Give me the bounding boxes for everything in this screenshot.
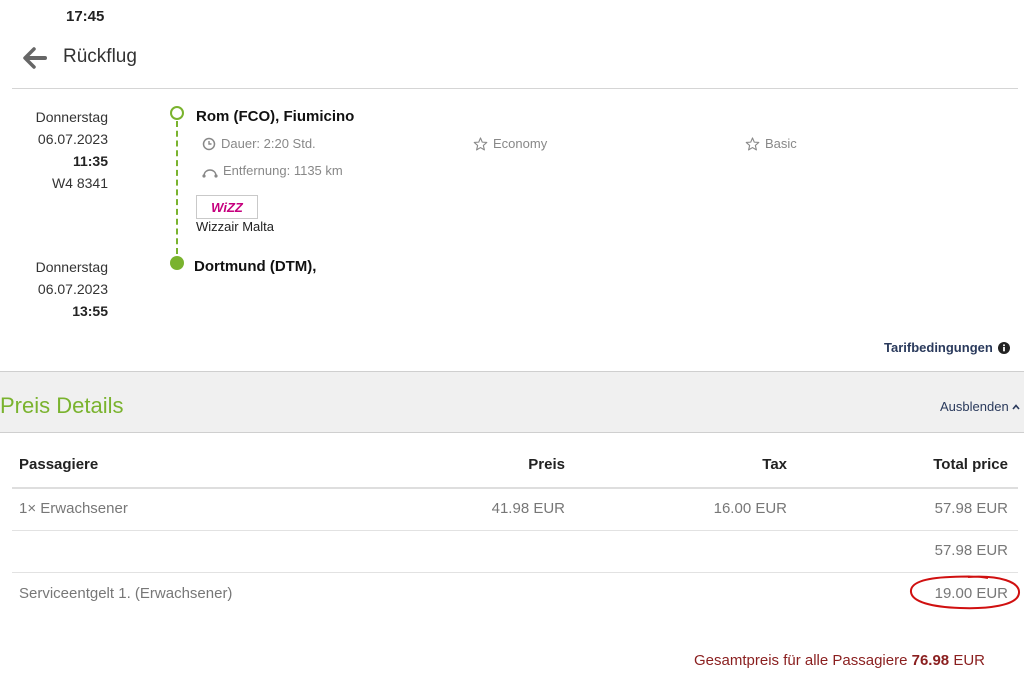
fare-conditions-link[interactable]: Tarifbedingungen [884, 340, 1010, 355]
clock-icon [202, 137, 216, 150]
arrival-info: Donnerstag 06.07.2023 13:55 [12, 256, 108, 322]
flight-number: W4 8341 [51, 175, 108, 191]
col-header-price: Preis [528, 456, 565, 473]
departure-airport: Rom (FCO), Fiumicino [196, 108, 355, 125]
chevron-up-icon [1012, 403, 1020, 410]
cabin-class-text: Economy [493, 136, 548, 151]
row-divider [12, 530, 1018, 531]
row-price: 41.98 EUR [491, 500, 565, 517]
hide-label: Ausblenden [940, 399, 1009, 414]
distance-info: Entfernung: 1135 km [202, 163, 343, 178]
grand-total-label: Gesamtpreis für alle Passagiere [694, 652, 908, 669]
arrival-date: 06.07.2023 [37, 281, 108, 297]
cabin-class-info: Economy [473, 136, 547, 151]
row-total: 57.98 EUR [934, 500, 1008, 517]
subtotal-value: 57.98 EUR [934, 542, 1008, 559]
timeline-start-dot [170, 106, 184, 120]
grand-total-amount: 76.98 [911, 652, 950, 669]
fare-conditions-label: Tarifbedingungen [884, 340, 993, 355]
route-icon [202, 168, 218, 178]
timeline-line [176, 121, 178, 254]
departure-time: 11:35 [72, 153, 108, 169]
star-icon [473, 136, 488, 150]
arrival-weekday: Donnerstag [35, 259, 108, 275]
grand-total: Gesamtpreis für alle Passagiere 76.98 EU… [694, 652, 985, 669]
header-divider [12, 88, 1018, 89]
duration-text: Dauer: 2:20 Std. [221, 136, 316, 151]
price-details-header [0, 371, 1024, 433]
red-annotation-circle [910, 575, 1020, 610]
row-tax: 16.00 EUR [713, 500, 787, 517]
arrival-airport: Dortmund (DTM), [194, 258, 317, 275]
distance-text: Entfernung: 1135 km [223, 163, 343, 178]
grand-total-currency: EUR [953, 652, 985, 669]
price-details-title: Preis Details [0, 393, 124, 418]
star-icon [745, 136, 760, 150]
departure-info: Donnerstag 06.07.2023 11:35 W4 8341 [12, 106, 108, 194]
duration-info: Dauer: 2:20 Std. [202, 136, 316, 151]
departure-date: 06.07.2023 [37, 131, 108, 147]
fare-type-text: Basic [765, 136, 797, 151]
fare-type-info: Basic [745, 136, 797, 151]
page-title: Rückflug [63, 46, 137, 67]
service-fee-label: Serviceentgelt 1. (Erwachsener) [19, 585, 233, 602]
info-icon [997, 341, 1010, 354]
airline-name: Wizzair Malta [196, 219, 275, 234]
col-header-passengers: Passagiere [19, 456, 99, 473]
col-header-total: Total price [933, 456, 1008, 473]
arrival-time: 13:55 [72, 303, 108, 319]
departure-weekday: Donnerstag [35, 109, 108, 125]
table-header-divider [12, 487, 1018, 489]
timeline-end-dot [170, 256, 184, 270]
airline-logo: WiZZ [196, 195, 258, 219]
row-divider [12, 572, 1018, 573]
row-passenger: 1× Erwachsener [19, 500, 128, 517]
col-header-tax: Tax [762, 456, 787, 473]
hide-price-details-button[interactable]: Ausblenden [940, 399, 1020, 414]
airline-logo-text: WiZZ [211, 200, 244, 215]
back-arrow-icon[interactable] [22, 46, 48, 70]
previous-arrival-time: 17:45 [66, 8, 105, 25]
